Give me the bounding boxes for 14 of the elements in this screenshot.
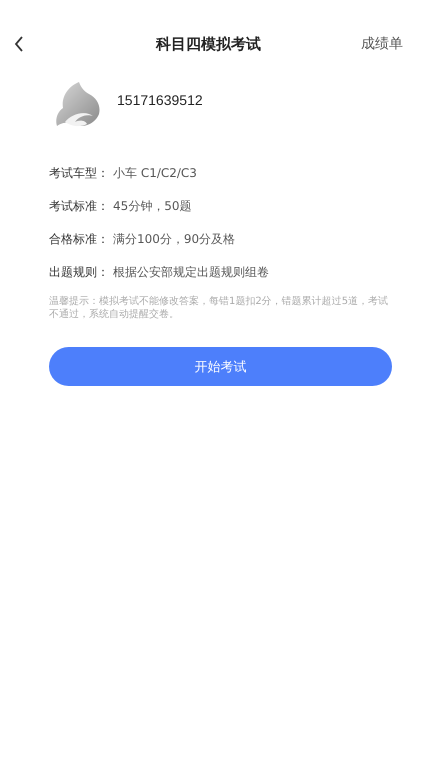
info-label: 考试车型： [49, 164, 109, 182]
info-value: 45分钟，50题 [113, 198, 192, 214]
tip-text: 温馨提示：模拟考试不能修改答案，每错1题扣2分，错题累计超过5道，考试不通过，系统自动提醒交卷。 [49, 295, 390, 321]
back-icon[interactable] [14, 36, 24, 52]
score-sheet-link[interactable]: 成绩单 [361, 35, 403, 53]
info-label: 考试标准： [49, 198, 109, 214]
info-value: 小车 C1/C2/C3 [113, 164, 197, 182]
info-value: 根据公安部规定出题规则组卷 [113, 264, 269, 280]
info-label: 出题规则： [49, 264, 109, 280]
page-title: 科目四模拟考试 [156, 34, 261, 54]
start-exam-button[interactable]: 开始考试 [49, 347, 392, 386]
phone-number: 15171639512 [117, 92, 203, 108]
info-value: 满分100分，90分及格 [113, 230, 236, 248]
info-label: 合格标准： [49, 230, 109, 248]
